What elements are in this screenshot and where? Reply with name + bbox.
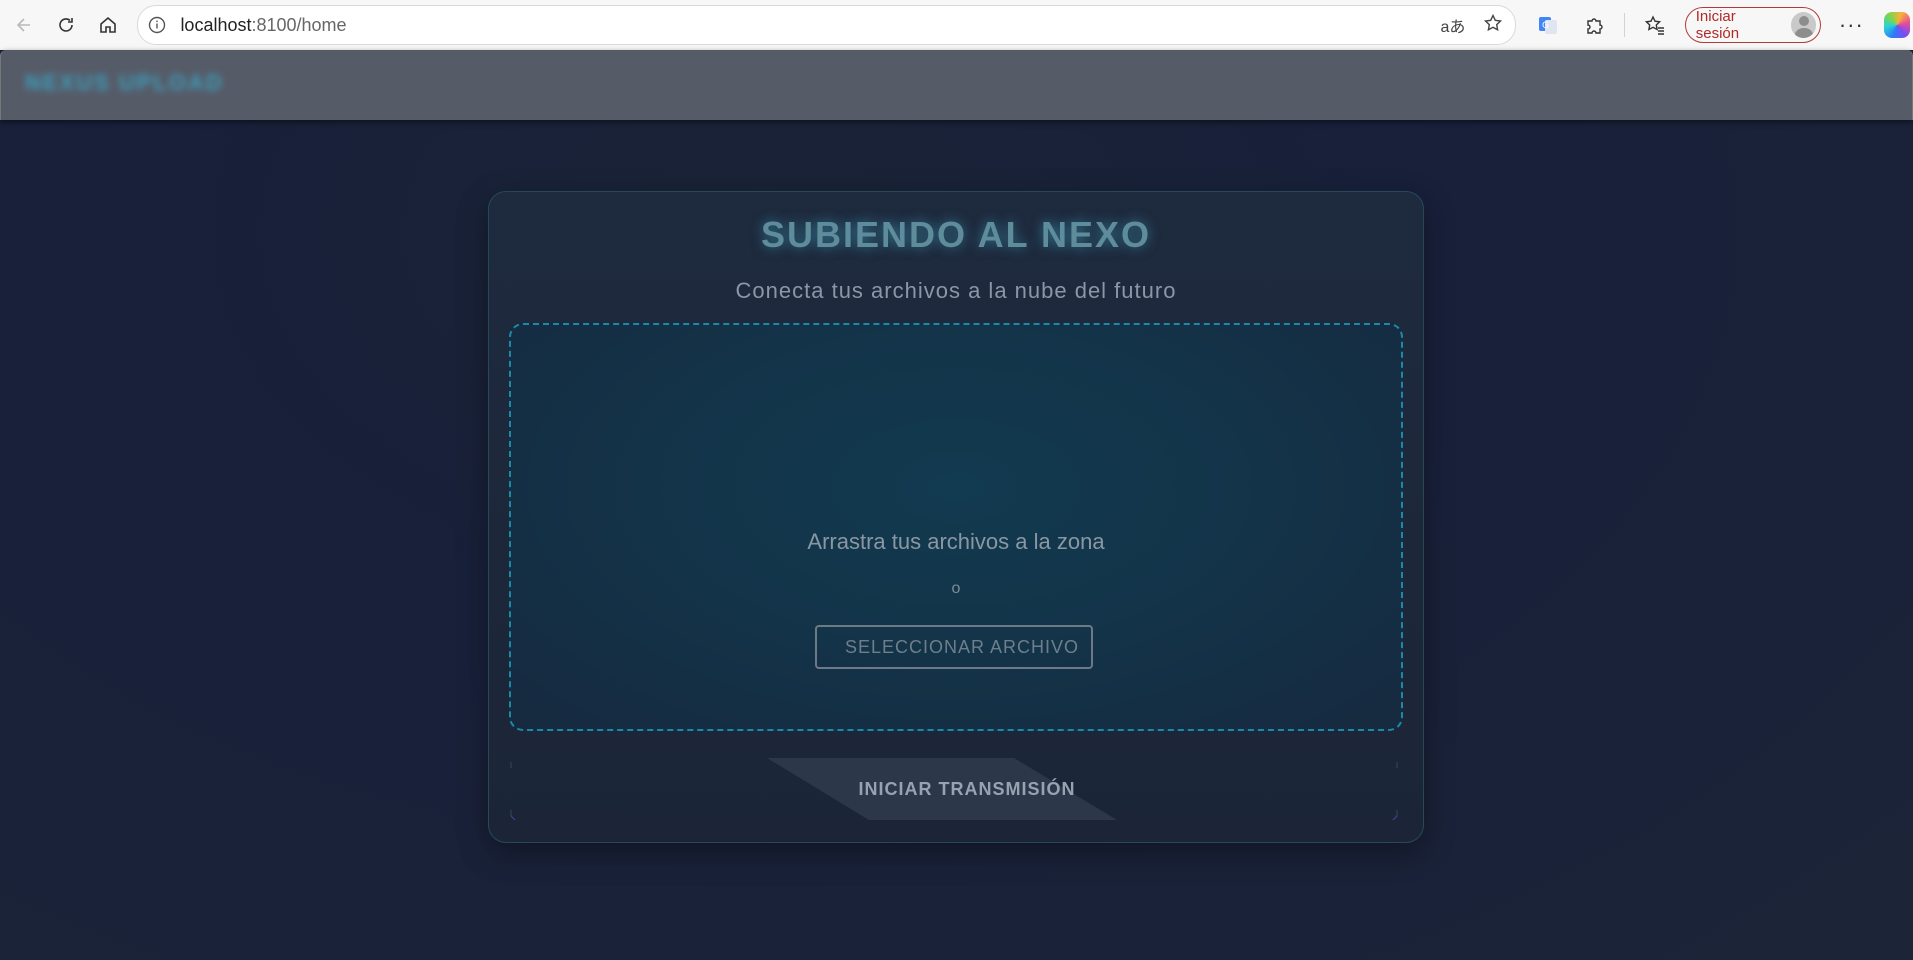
start-transmission-button[interactable]: INICIAR TRANSMISIÓN: [509, 758, 1399, 820]
app-header: NEXUS UPLOAD: [0, 50, 1913, 120]
star-icon[interactable]: [1483, 13, 1503, 38]
address-bar-actions: aあ: [1440, 6, 1503, 44]
back-arrow-icon[interactable]: [6, 7, 42, 43]
google-translate-icon[interactable]: G: [1532, 9, 1564, 41]
address-bar[interactable]: localhost:8100/home aあ: [137, 5, 1517, 45]
browser-toolbar: localhost:8100/home aあ G Iniciar sesión …: [0, 0, 1913, 51]
home-icon[interactable]: [90, 7, 126, 43]
dropzone-or: o: [951, 580, 961, 597]
avatar: [1790, 12, 1817, 38]
app-viewport: NEXUS UPLOAD SUBIENDO AL NEXO Conecta tu…: [0, 50, 1913, 960]
url-path: :8100/home: [251, 14, 347, 35]
info-icon[interactable]: [148, 16, 166, 34]
translate-icon[interactable]: aあ: [1440, 13, 1465, 37]
svg-text:G: G: [1542, 21, 1549, 31]
url-host: localhost: [180, 14, 252, 35]
select-file-button[interactable]: SELECCIONAR ARCHIVO: [815, 625, 1093, 669]
toolbar-divider: [1623, 13, 1625, 37]
page-title: SUBIENDO AL NEXO: [760, 214, 1152, 255]
page-subtitle: Conecta tus archivos a la nube del futur…: [735, 278, 1177, 303]
extensions-area: G Iniciar sesión ···: [1532, 7, 1913, 43]
signin-label: Iniciar sesión: [1695, 8, 1740, 42]
copilot-icon[interactable]: [1881, 9, 1913, 41]
file-dropzone[interactable]: Arrastra tus archivos a la zona o SELECC…: [509, 323, 1403, 731]
favorites-icon[interactable]: [1639, 9, 1671, 41]
upload-card: SUBIENDO AL NEXO Conecta tus archivos a …: [488, 191, 1424, 843]
app-title: NEXUS UPLOAD: [25, 70, 224, 95]
transmit-button-label: INICIAR TRANSMISIÓN: [858, 779, 1076, 799]
puzzle-icon[interactable]: [1578, 9, 1610, 41]
more-icon[interactable]: ···: [1835, 9, 1867, 41]
url-text[interactable]: localhost:8100/home: [180, 15, 346, 36]
reload-icon[interactable]: [48, 7, 84, 43]
signin-button[interactable]: Iniciar sesión: [1684, 7, 1822, 43]
dropzone-prompt: Arrastra tus archivos a la zona: [807, 529, 1105, 554]
